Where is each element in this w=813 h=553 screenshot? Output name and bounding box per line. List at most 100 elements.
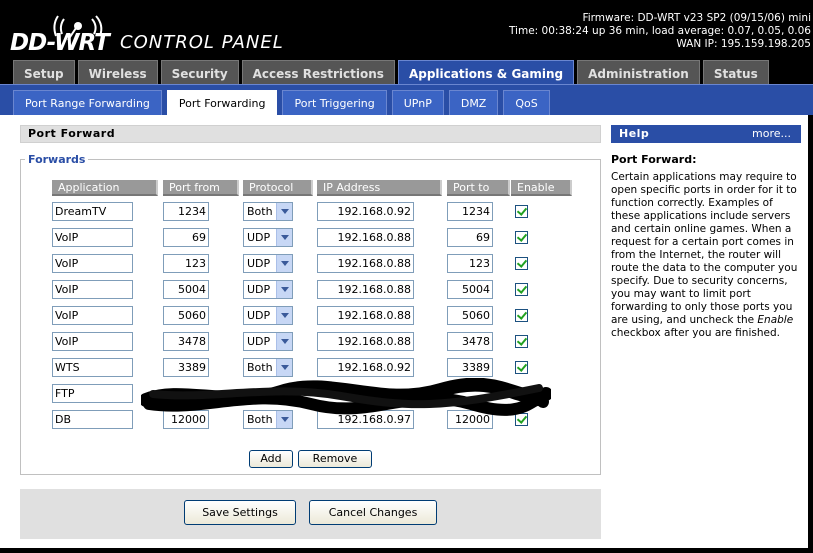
help-heading: Port Forward: [611,153,697,166]
enable-checkbox[interactable] [515,205,528,218]
column-header-ip-address: IP Address [317,180,442,196]
protocol-value: UDP [247,257,271,270]
port-from-input[interactable]: 3389 [163,358,209,377]
subtab-upnp[interactable]: UPnP [391,90,444,116]
protocol-select[interactable]: UDP [243,280,293,299]
table-row: VoIP 123 UDP 192.168.0.88 123 [21,254,600,274]
table-row: VoIP 5004 UDP 192.168.0.88 5004 [21,280,600,300]
window-bottom-edge [0,548,813,553]
tab-access-restrictions[interactable]: Access Restrictions [241,60,395,86]
port-to-input[interactable]: 5060 [447,306,493,325]
application-name-input[interactable]: VoIP [52,332,133,351]
port-from-input[interactable]: 3478 [163,332,209,351]
tab-setup[interactable]: Setup [13,60,75,86]
enable-checkbox[interactable] [515,231,528,244]
tab-security[interactable]: Security [160,60,239,86]
system-info: Firmware: DD-WRT v23 SP2 (09/15/06) mini… [509,12,811,51]
cancel-changes-button[interactable]: Cancel Changes [309,500,437,525]
protocol-value: Both [247,361,273,374]
help-body: Port Forward: Certain applications may r… [611,153,803,340]
protocol-select[interactable]: Both [243,358,293,377]
tab-wireless[interactable]: Wireless [77,60,158,86]
add-button[interactable]: Add [249,450,293,468]
application-name-input[interactable]: VoIP [52,254,133,273]
redaction-scribble [141,378,551,416]
table-row: DreamTV 1234 Both 192.168.0.92 1234 [21,202,600,222]
port-to-input[interactable]: 1234 [447,202,493,221]
enable-checkbox[interactable] [515,283,528,296]
port-from-input[interactable]: 5060 [163,306,209,325]
chevron-down-icon [276,255,292,272]
subtab-qos[interactable]: QoS [503,90,550,116]
protocol-value: UDP [247,335,271,348]
ip-address-input[interactable]: 192.168.0.92 [317,358,414,377]
forwards-fieldset: Forwards Application Port from Protocol … [20,153,601,475]
table-row: WTS 3389 Both 192.168.0.92 3389 [21,358,600,378]
ip-address-input[interactable]: 192.168.0.92 [317,202,414,221]
tab-status[interactable]: Status [702,60,769,86]
save-settings-button[interactable]: Save Settings [184,500,296,525]
help-header: Help more... [611,125,801,143]
column-header-enable: Enable [511,180,572,196]
port-from-input[interactable]: 69 [163,228,209,247]
application-name-input[interactable]: VoIP [52,280,133,299]
chevron-down-icon [276,307,292,324]
firmware-version: Firmware: DD-WRT v23 SP2 (09/15/06) mini [582,12,811,24]
ip-address-input[interactable]: 192.168.0.88 [317,332,414,351]
subtab-port-forwarding[interactable]: Port Forwarding [166,90,278,116]
content-area: Port Forward Forwards Application Port f… [0,115,813,548]
application-name-input[interactable]: VoIP [52,228,133,247]
help-text-main: Certain applications may require to open… [611,171,798,326]
application-name-input[interactable]: VoIP [52,306,133,325]
port-to-input[interactable]: 123 [447,254,493,273]
protocol-select[interactable]: UDP [243,332,293,351]
port-to-input[interactable]: 69 [447,228,493,247]
uptime-load: Time: 00:38:24 up 36 min, load average: … [508,25,811,37]
logo-main-text: DD-WRT [10,30,110,56]
table-row: VoIP 5060 UDP 192.168.0.88 5060 [21,306,600,326]
application-name-input[interactable]: DreamTV [52,202,133,221]
port-to-input[interactable]: 3478 [447,332,493,351]
chevron-down-icon [276,333,292,350]
tab-administration[interactable]: Administration [577,60,700,86]
port-to-input[interactable]: 3389 [447,358,493,377]
port-from-input[interactable]: 123 [163,254,209,273]
remove-button[interactable]: Remove [298,450,372,468]
port-from-input[interactable]: 5004 [163,280,209,299]
subtab-dmz[interactable]: DMZ [448,90,499,116]
forwards-legend: Forwards [25,153,89,166]
ip-address-input[interactable]: 192.168.0.88 [317,254,414,273]
port-to-input[interactable]: 5004 [447,280,493,299]
protocol-select[interactable]: Both [243,202,293,221]
sub-tabs-bar: Port Range Forwarding Port Forwarding Po… [0,84,813,116]
protocol-select[interactable]: UDP [243,254,293,273]
enable-checkbox[interactable] [515,257,528,270]
dd-wrt-logo: DD-WRT CONTROL PANEL [10,8,283,58]
protocol-value: UDP [247,231,271,244]
column-header-port-to: Port to [447,180,510,196]
ip-address-input[interactable]: 192.168.0.88 [317,306,414,325]
port-from-input[interactable]: 1234 [163,202,209,221]
enable-checkbox[interactable] [515,309,528,322]
ip-address-input[interactable]: 192.168.0.88 [317,280,414,299]
subtab-port-range-forwarding[interactable]: Port Range Forwarding [13,90,162,116]
help-more-link[interactable]: more... [752,125,791,143]
application-name-input[interactable]: DB [52,410,133,429]
table-row: VoIP 3478 UDP 192.168.0.88 3478 [21,332,600,352]
help-text-emphasis: Enable [757,314,794,326]
ip-address-input[interactable]: 192.168.0.88 [317,228,414,247]
column-header-port-from: Port from [163,180,239,196]
column-header-application: Application [52,180,158,196]
protocol-value: UDP [247,309,271,322]
application-name-input[interactable]: FTP [52,384,133,403]
protocol-select[interactable]: UDP [243,228,293,247]
protocol-select[interactable]: UDP [243,306,293,325]
enable-checkbox[interactable] [515,335,528,348]
subtab-port-triggering[interactable]: Port Triggering [282,90,387,116]
table-row: VoIP 69 UDP 192.168.0.88 69 [21,228,600,248]
enable-checkbox[interactable] [515,361,528,374]
application-name-input[interactable]: WTS [52,358,133,377]
help-title: Help [619,127,650,140]
help-text: Certain applications may require to open… [611,171,803,340]
tab-applications-gaming[interactable]: Applications & Gaming [397,60,575,86]
